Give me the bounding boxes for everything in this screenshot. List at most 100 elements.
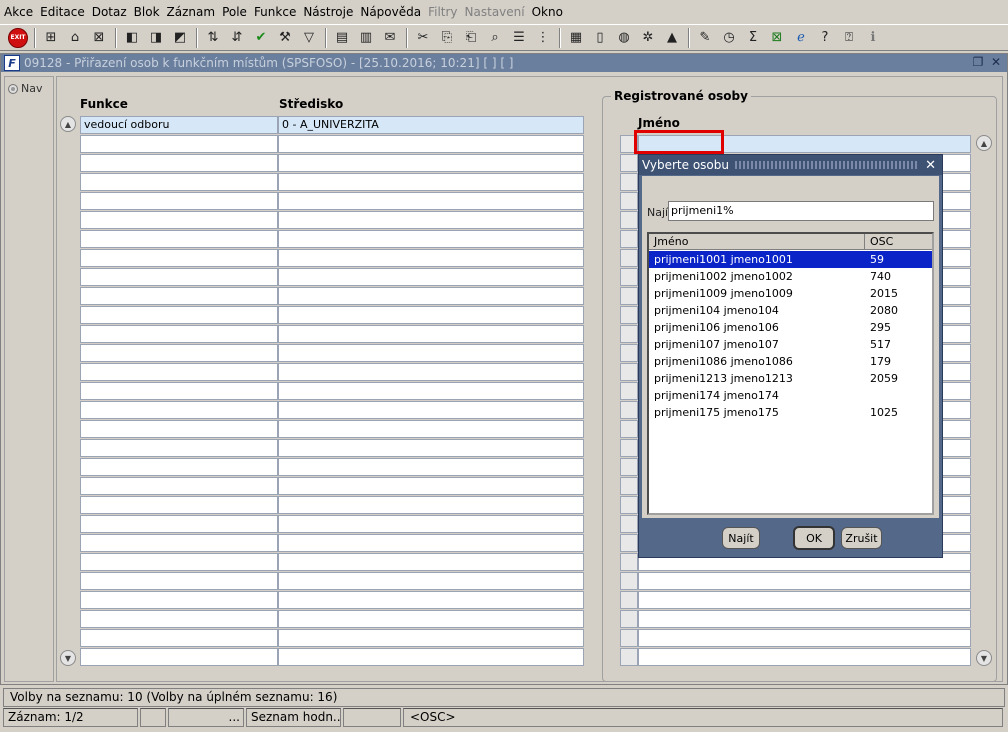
globe-icon[interactable]: ◍ [614,28,634,48]
zrusit-button[interactable]: Zrušit [841,527,882,549]
sort-desc-icon[interactable]: ⇵ [227,28,247,48]
funkce-cell[interactable] [80,629,278,647]
record-selector[interactable] [620,515,638,533]
record-selector[interactable] [620,629,638,647]
funkce-cell[interactable] [80,572,278,590]
menu-item[interactable]: Záznam [167,5,216,19]
list-item[interactable]: prijmeni106 jmeno106 295 [649,319,932,336]
funkce-cell[interactable] [80,363,278,381]
calculator-icon[interactable]: ▦ [566,28,586,48]
stredisko-cell[interactable] [278,610,584,628]
stredisko-cell[interactable] [278,629,584,647]
document-icon[interactable]: ▯ [590,28,610,48]
record-selector[interactable] [620,572,638,590]
confirm-icon[interactable]: ✔ [251,28,271,48]
record-selector[interactable] [620,458,638,476]
paste-icon[interactable]: ⎗ [461,28,481,48]
jmeno-cell[interactable] [638,572,971,590]
najit-input[interactable]: prijmeni1% [668,201,934,221]
sum-icon[interactable]: Σ [743,28,763,48]
record-selector[interactable] [620,173,638,191]
funkce-cell[interactable] [80,420,278,438]
record-selector[interactable] [620,420,638,438]
funkce-cell[interactable] [80,325,278,343]
stredisko-cell[interactable] [278,401,584,419]
stredisko-cell[interactable] [278,515,584,533]
funkce-cell[interactable] [80,135,278,153]
query-execute-icon[interactable]: ◨ [146,28,166,48]
record-selector[interactable] [620,439,638,457]
funkce-cell[interactable] [80,192,278,210]
stredisko-cell[interactable] [278,211,584,229]
list-item[interactable]: prijmeni1009 jmeno1009 2015 [649,285,932,302]
funkce-cell[interactable] [80,477,278,495]
menu-item[interactable]: Okno [532,5,563,19]
stredisko-cell[interactable] [278,268,584,286]
record-selector[interactable] [620,363,638,381]
menu-item[interactable]: Nápověda [360,5,421,19]
record-selector[interactable] [620,192,638,210]
jmeno-cell[interactable] [638,629,971,647]
context-help-icon[interactable]: ⍰ [839,28,859,48]
wheel-icon[interactable]: ✲ [638,28,658,48]
menu-item[interactable]: Akce [4,5,33,19]
info-icon[interactable]: ℹ [863,28,883,48]
record-selector[interactable] [620,648,638,666]
sort-asc-icon[interactable]: ⇅ [203,28,223,48]
close-icon[interactable]: ✕ [925,158,936,173]
stredisko-cell[interactable] [278,344,584,362]
list-item[interactable]: prijmeni1086 jmeno1086 179 [649,353,932,370]
record-selector[interactable] [620,382,638,400]
funkce-cell[interactable] [80,439,278,457]
funkce-cell[interactable] [80,268,278,286]
scroll-up-icon[interactable]: ▲ [60,116,76,132]
record-selector[interactable] [620,610,638,628]
record-selector[interactable] [620,287,638,305]
stredisko-cell[interactable] [278,553,584,571]
list-column-osc[interactable]: OSC [865,234,932,249]
osoby-scrollbar[interactable]: ▲ ▼ [976,135,992,666]
record-selector[interactable] [620,477,638,495]
funkce-cell[interactable] [80,173,278,191]
stredisko-cell[interactable] [278,230,584,248]
record-selector[interactable] [620,401,638,419]
list-item[interactable]: prijmeni1213 jmeno1213 2059 [649,370,932,387]
menu-item[interactable]: Funkce [254,5,296,19]
stredisko-cell[interactable] [278,477,584,495]
funkce-scrollbar[interactable]: ▲ ▼ [60,116,76,666]
stredisko-cell[interactable] [278,135,584,153]
stredisko-cell[interactable] [278,325,584,343]
funkce-cell[interactable] [80,306,278,324]
record-selector[interactable] [620,591,638,609]
stredisko-cell[interactable] [278,154,584,172]
stredisko-cell[interactable] [278,439,584,457]
funkce-cell[interactable] [80,230,278,248]
funkce-cell[interactable] [80,344,278,362]
ie-icon[interactable]: ℯ [791,28,811,48]
ok-button[interactable]: OK [793,526,835,550]
close-icon[interactable]: ✕ [989,55,1003,69]
funkce-cell[interactable] [80,553,278,571]
nav-tab[interactable]: Nav [8,82,42,95]
cut-icon[interactable]: ✂ [413,28,433,48]
funkce-cell[interactable] [80,249,278,267]
edit-icon[interactable]: ✎ [695,28,715,48]
exit-button[interactable]: EXIT [8,27,28,48]
record-selector[interactable] [620,249,638,267]
menu-item[interactable]: Blok [134,5,160,19]
funkce-cell[interactable] [80,287,278,305]
funkce-cell[interactable] [80,591,278,609]
stredisko-cell[interactable] [278,363,584,381]
stredisko-cell[interactable] [278,496,584,514]
record-selector[interactable] [620,306,638,324]
list-item[interactable]: prijmeni1001 jmeno1001 59 [649,251,932,268]
menu-item[interactable]: Dotaz [92,5,127,19]
list-item[interactable]: prijmeni174 jmeno174 [649,387,932,404]
stredisko-cell[interactable] [278,591,584,609]
menu-item[interactable]: Pole [222,5,247,19]
record-selector[interactable] [620,230,638,248]
record-selector[interactable] [620,325,638,343]
funkce-cell[interactable] [80,401,278,419]
najit-button[interactable]: Najít [722,527,760,549]
scroll-down-icon[interactable]: ▼ [976,650,992,666]
